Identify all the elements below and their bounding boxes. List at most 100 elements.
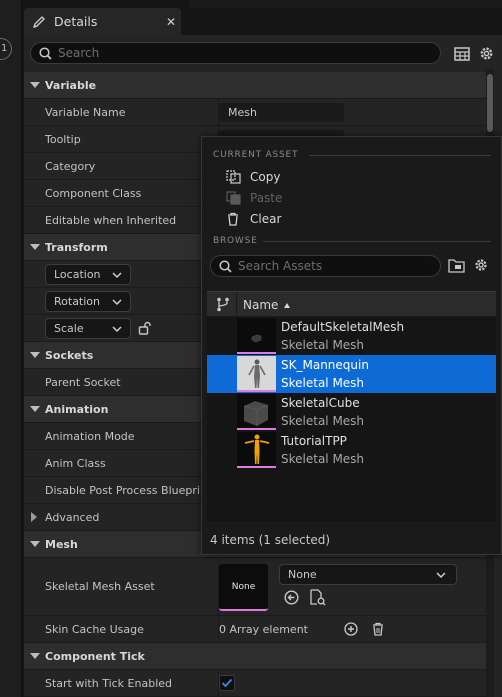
scale-dropdown[interactable]: Scale	[45, 318, 131, 339]
asset-type: Skeletal Mesh	[281, 452, 365, 466]
left-panel-strip	[0, 0, 22, 697]
property-label: Animation Mode	[45, 430, 135, 443]
mannequin-thumbnail-icon	[248, 359, 266, 388]
asset-row[interactable]: SK_Mannequin Skeletal Mesh	[207, 355, 496, 393]
folder-icon[interactable]	[448, 258, 465, 273]
collapse-arrow-icon	[30, 82, 40, 88]
section-divider	[309, 155, 491, 156]
current-asset-header: CURRENT ASSET	[213, 150, 299, 160]
property-label: Disable Post Process Blueprint	[45, 484, 212, 497]
details-search-input[interactable]	[58, 46, 418, 60]
clear-label: Clear	[250, 212, 282, 226]
search-icon	[39, 46, 52, 60]
checkmark-icon	[221, 678, 233, 688]
trash-icon[interactable]	[371, 622, 385, 636]
browse-asset-icon[interactable]	[309, 589, 326, 606]
collapse-arrow-icon	[30, 653, 40, 659]
copy-label: Copy	[250, 170, 281, 184]
gear-icon[interactable]	[473, 257, 489, 273]
chevron-down-icon	[112, 272, 122, 279]
asset-type: Skeletal Mesh	[281, 414, 365, 428]
character-thumbnail-icon	[244, 434, 270, 464]
scrollbar-thumb[interactable]	[487, 74, 493, 132]
pencil-icon	[32, 15, 45, 28]
asset-name: DefaultSkeletalMesh	[281, 320, 405, 334]
asset-thumbnail	[237, 432, 276, 468]
details-search[interactable]	[30, 42, 441, 64]
asset-type: Skeletal Mesh	[281, 376, 365, 390]
property-label: Variable Name	[45, 106, 126, 119]
collapse-arrow-icon	[30, 352, 40, 358]
copy-menu-item[interactable]: Copy	[226, 167, 280, 187]
asset-row[interactable]: SkeletalCube Skeletal Mesh	[207, 393, 496, 431]
chevron-down-icon	[112, 326, 122, 333]
property-label: Parent Socket	[45, 376, 121, 389]
property-label: Anim Class	[45, 457, 106, 470]
property-row-skin-cache-usage: Skin Cache Usage 0 Array element	[24, 616, 486, 643]
asset-picker-popup: CURRENT ASSET Copy Paste Clear BROWSE Se…	[201, 136, 502, 555]
property-label: Component Class	[45, 187, 142, 200]
table-view-icon[interactable]	[454, 46, 470, 62]
asset-search[interactable]	[210, 255, 441, 277]
section-divider	[263, 241, 491, 242]
variable-name-field[interactable]: Mesh	[219, 103, 344, 122]
chevron-down-icon	[112, 299, 122, 306]
asset-type: Skeletal Mesh	[281, 338, 365, 352]
asset-name: SK_Mannequin	[281, 358, 369, 372]
property-row-variable-name: Variable Name Mesh	[24, 99, 486, 126]
mesh-asset-dropdown[interactable]: None	[279, 564, 457, 585]
property-row-start-with-tick: Start with Tick Enabled	[24, 670, 486, 697]
cube-thumbnail-icon	[243, 401, 269, 426]
copy-icon	[226, 170, 241, 184]
collapse-arrow-icon	[30, 406, 40, 412]
dropdown-label: Scale	[54, 322, 84, 335]
collapse-arrow-icon	[30, 541, 40, 547]
asset-thumbnail	[237, 394, 276, 430]
rotation-dropdown[interactable]: Rotation	[45, 291, 131, 312]
browse-header: BROWSE	[213, 236, 258, 246]
item-count: 4 items (1 selected)	[210, 533, 331, 547]
asset-row[interactable]: TutorialTPP Skeletal Mesh	[207, 431, 496, 469]
asset-search-input[interactable]	[238, 259, 428, 273]
location-dropdown[interactable]: Location	[45, 264, 131, 285]
paste-label: Paste	[250, 191, 283, 205]
tab-details[interactable]: Details ✕	[24, 8, 181, 35]
close-tab-button[interactable]: ✕	[161, 15, 181, 29]
start-with-tick-checkbox[interactable]	[219, 675, 235, 691]
mesh-thumbnail-icon	[251, 334, 262, 343]
paste-menu-item[interactable]: Paste	[226, 188, 282, 208]
property-label: Skeletal Mesh Asset	[45, 580, 155, 593]
unlock-icon[interactable]	[138, 321, 152, 335]
trash-icon	[228, 212, 238, 226]
expand-arrow-icon	[31, 512, 37, 522]
category-label: Animation	[45, 403, 109, 416]
asset-thumbnail	[237, 356, 276, 392]
clear-menu-item[interactable]: Clear	[226, 209, 281, 229]
editor-window: 1 Details ✕ Variable Variable Name	[0, 0, 502, 697]
asset-row[interactable]: DefaultSkeletalMesh Skeletal Mesh	[207, 317, 496, 355]
tab-title: Details	[54, 14, 98, 29]
add-element-icon[interactable]	[344, 622, 358, 636]
branch-icon[interactable]	[216, 297, 230, 312]
category-label: Mesh	[45, 538, 78, 551]
property-label: Editable when Inherited	[45, 214, 177, 227]
chevron-down-icon	[436, 572, 446, 579]
category-variable[interactable]: Variable	[24, 72, 486, 99]
asset-thumbnail	[237, 318, 276, 354]
property-label: Start with Tick Enabled	[45, 677, 173, 690]
category-label: Variable	[45, 79, 97, 92]
gear-icon[interactable]	[478, 45, 495, 62]
dropdown-label: Rotation	[54, 295, 101, 308]
use-selected-asset-icon[interactable]	[284, 590, 299, 605]
collapse-arrow-icon	[30, 244, 40, 250]
dropdown-label: Location	[54, 268, 101, 281]
category-label: Sockets	[45, 349, 94, 362]
asset-name: SkeletalCube	[281, 396, 360, 410]
category-component-tick[interactable]: Component Tick	[24, 643, 486, 670]
property-label: Tooltip	[45, 133, 81, 146]
sort-ascending-icon	[284, 303, 290, 308]
name-column-header[interactable]: Name	[243, 298, 278, 312]
category-label: Transform	[45, 241, 108, 254]
mesh-asset-thumbnail[interactable]: None	[219, 564, 268, 611]
tab-bar-background	[189, 0, 502, 8]
